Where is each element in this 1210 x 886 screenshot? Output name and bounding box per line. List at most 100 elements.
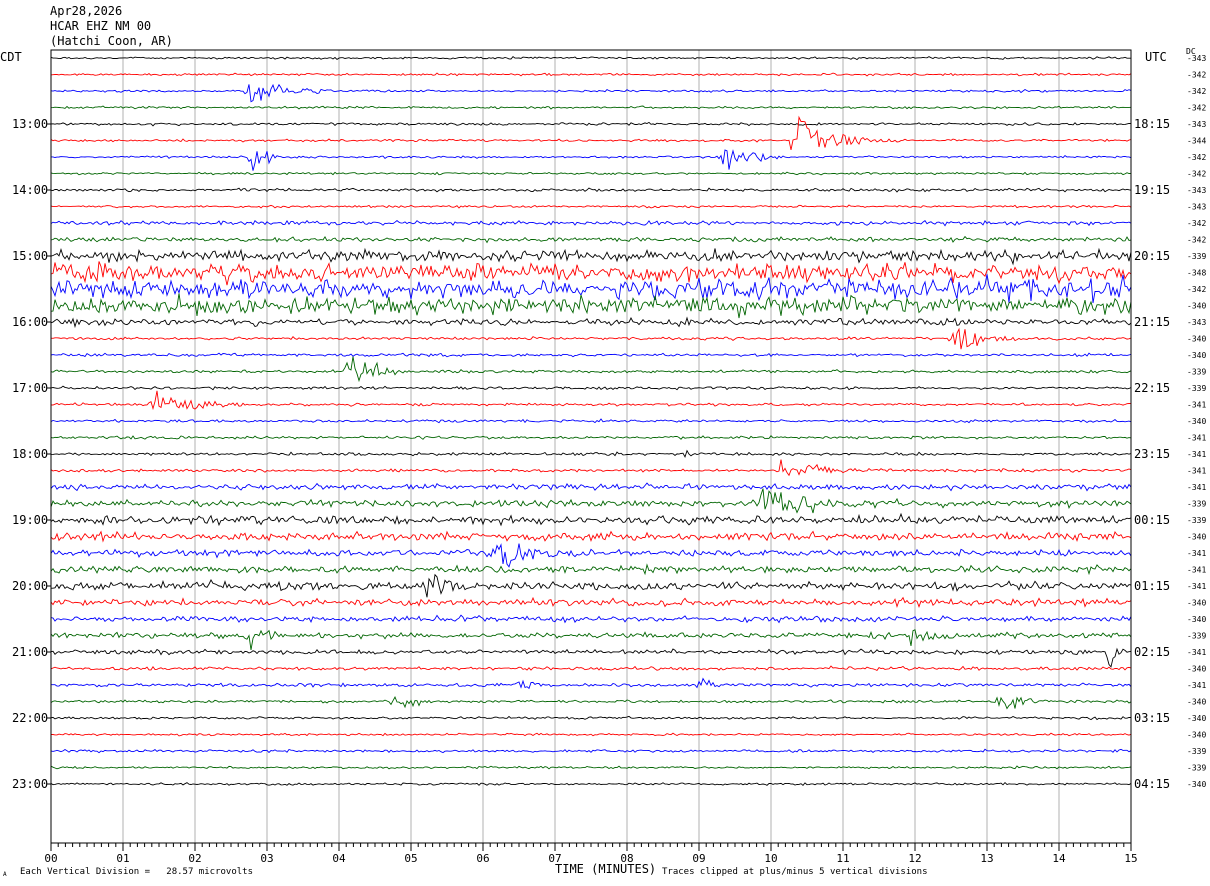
dc-offset-label: -339 — [1187, 632, 1206, 641]
dc-offset-label: -342 — [1187, 71, 1206, 80]
x-tick-label: 05 — [404, 852, 417, 865]
dc-offset-label: -340 — [1187, 599, 1206, 608]
x-tick-label: 09 — [692, 852, 705, 865]
right-time-label: 18:15 — [1134, 117, 1170, 131]
trace-20 — [50, 385, 1132, 391]
left-time-label: 17:00 — [12, 381, 48, 395]
dc-offset-label: -341 — [1187, 434, 1206, 443]
dc-offset-label: -340 — [1187, 351, 1206, 360]
corner-mark: A — [3, 871, 7, 878]
trace-32 — [51, 573, 1132, 598]
dc-offset-label: -339 — [1187, 764, 1206, 773]
dc-offset-label: -340 — [1187, 714, 1206, 723]
plot-frame — [50, 49, 1132, 844]
dc-offset-label: -342 — [1187, 153, 1206, 162]
trace-8 — [50, 187, 1132, 193]
dc-offset-label: -339 — [1187, 368, 1206, 377]
dc-offset-label: -341 — [1187, 681, 1206, 690]
x-tick-label: 12 — [908, 852, 921, 865]
trace-11 — [50, 235, 1132, 244]
clip-note: Traces clipped at plus/minus 5 vertical … — [662, 867, 928, 877]
dc-offset-label: -340 — [1187, 533, 1206, 542]
header-station: HCAR EHZ NM 00 — [50, 19, 152, 33]
trace-42 — [50, 748, 1132, 754]
dc-offset-label: -343 — [1187, 318, 1206, 327]
dc-offset-label: -339 — [1187, 252, 1206, 261]
dc-offset-label: -342 — [1187, 87, 1206, 96]
dc-offset-label: -344 — [1187, 137, 1206, 146]
x-tick-label: 10 — [764, 852, 777, 865]
trace-6 — [51, 149, 1132, 171]
x-tick-label: 02 — [188, 852, 201, 865]
trace-5 — [50, 115, 1132, 150]
right-time-label: 00:15 — [1134, 513, 1170, 527]
trace-30 — [50, 543, 1132, 568]
trace-34 — [50, 614, 1132, 624]
dc-offset-label: -342 — [1187, 170, 1206, 179]
right-time-label: 22:15 — [1134, 381, 1170, 395]
dc-offset-label: -341 — [1187, 566, 1206, 575]
trace-39 — [50, 696, 1132, 710]
trace-26 — [50, 482, 1132, 492]
dc-offset-label: -340 — [1187, 417, 1206, 426]
right-time-label: 19:15 — [1134, 183, 1170, 197]
dc-offset-label: -339 — [1187, 500, 1206, 509]
header-location: (Hatchi Coon, AR) — [50, 34, 173, 48]
dc-label: DC — [1186, 47, 1196, 56]
trace-36 — [50, 647, 1132, 668]
left-time-label: 18:00 — [12, 447, 48, 461]
left-time-label: 19:00 — [12, 513, 48, 527]
trace-16 — [50, 316, 1132, 329]
dc-offset-label: -339 — [1187, 747, 1206, 756]
right-time-label: 04:15 — [1134, 777, 1170, 791]
dc-offset-label: -342 — [1187, 285, 1206, 294]
trace-13 — [50, 261, 1132, 286]
x-tick-label: 06 — [476, 852, 489, 865]
right-time-label: 23:15 — [1134, 447, 1170, 461]
dc-offset-label: -341 — [1187, 483, 1206, 492]
x-tick-label: 01 — [116, 852, 129, 865]
dc-offset-label: -340 — [1187, 665, 1206, 674]
trace-9 — [50, 204, 1132, 209]
right-timezone-label: UTC — [1145, 50, 1167, 64]
dc-offset-label: -341 — [1187, 450, 1206, 459]
seismic-traces — [50, 55, 1132, 787]
dc-offset-label: -341 — [1187, 582, 1206, 591]
dc-offset-label: -340 — [1187, 780, 1206, 789]
x-tick-label: 04 — [332, 852, 346, 865]
left-time-label: 21:00 — [12, 645, 48, 659]
dc-offset-label: -343 — [1187, 186, 1206, 195]
dc-offset-label: -342 — [1187, 219, 1206, 228]
seismogram-chart: -343 -342 -342 -342 -343 -344 -342 -342 -343 -343… — [12, 49, 1206, 865]
right-time-label: 21:15 — [1134, 315, 1170, 329]
dc-offset-label: -339 — [1187, 516, 1206, 525]
right-time-label: 02:15 — [1134, 645, 1170, 659]
left-time-label: 15:00 — [12, 249, 48, 263]
trace-41 — [51, 732, 1132, 737]
trace-38 — [51, 677, 1132, 690]
dc-offset-label: -342 — [1187, 104, 1206, 113]
trace-43 — [50, 765, 1132, 770]
x-tick-label: 13 — [980, 852, 993, 865]
trace-27 — [50, 488, 1132, 514]
trace-29 — [50, 530, 1132, 543]
trace-10 — [50, 219, 1132, 227]
x-tick-label: 14 — [1052, 852, 1066, 865]
trace-3 — [50, 105, 1132, 110]
dc-offset-label: -340 — [1187, 335, 1206, 344]
trace-15 — [50, 293, 1132, 319]
trace-40 — [50, 715, 1131, 721]
trace-0 — [50, 55, 1131, 61]
scale-note: Each Vertical Division = 28.57 microvolt… — [20, 867, 253, 877]
dc-offset-label: -343 — [1187, 203, 1206, 212]
right-time-label: 01:15 — [1134, 579, 1170, 593]
trace-23 — [50, 435, 1132, 440]
dc-offset-label: -343 — [1187, 120, 1206, 129]
dc-offset-label: -340 — [1187, 302, 1206, 311]
left-time-label: 14:00 — [12, 183, 48, 197]
trace-22 — [50, 418, 1132, 424]
x-tick-label: 15 — [1124, 852, 1137, 865]
left-time-label: 16:00 — [12, 315, 48, 329]
left-time-label: 13:00 — [12, 117, 48, 131]
trace-18 — [50, 352, 1132, 358]
